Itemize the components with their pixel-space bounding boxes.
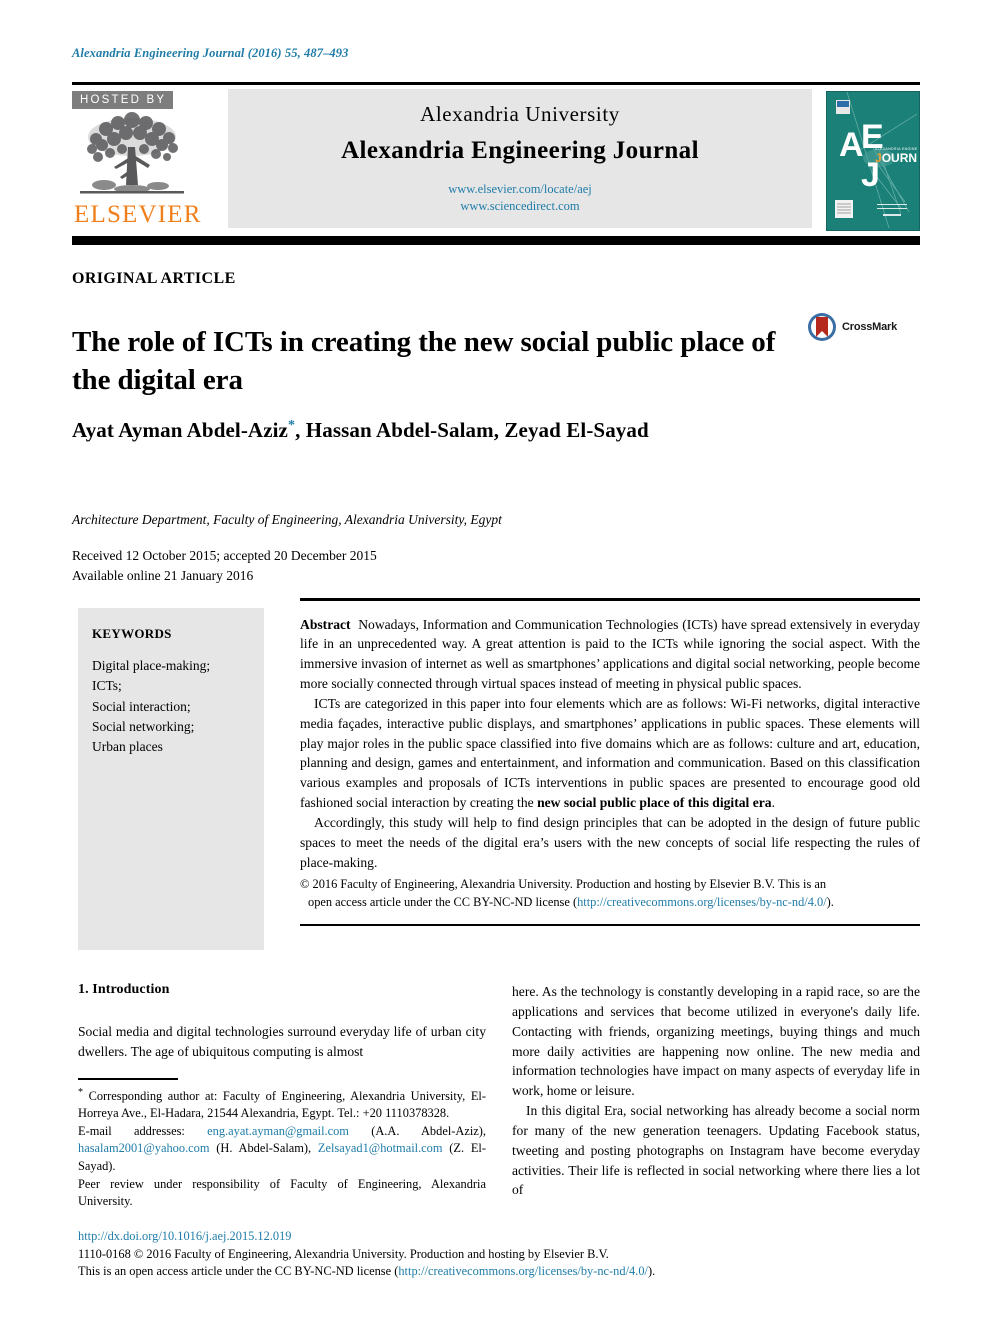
intro-paragraph-1: Social media and digital technologies su… xyxy=(78,1024,486,1059)
journal-title-panel: Alexandria University Alexandria Enginee… xyxy=(228,89,812,228)
journal-url-locate[interactable]: www.elsevier.com/locate/aej xyxy=(448,181,592,198)
elsevier-tree-icon xyxy=(74,111,192,203)
abstract-top-rule xyxy=(300,598,920,601)
svg-text:A: A xyxy=(839,126,864,164)
copyright-line-1: © 2016 Faculty of Engineering, Alexandri… xyxy=(300,877,827,892)
keyword-item: Social networking; xyxy=(92,718,195,734)
available-online-date: Available online 21 January 2016 xyxy=(72,567,254,583)
svg-text:JOURNAL: JOURNAL xyxy=(875,151,917,165)
email-owner-2: (H. Abdel-Salam), xyxy=(216,1141,312,1156)
abstract-text-2-after: . xyxy=(771,795,775,811)
author-first: Ayat Ayman Abdel-Aziz xyxy=(72,418,288,442)
article-page: Alexandria Engineering Journal (2016) 55… xyxy=(72,0,920,1323)
abstract-text-2-before: ICTs are categorized in this paper into … xyxy=(300,695,920,811)
abstract-copyright: © 2016 Faculty of Engineering, Alexandri… xyxy=(300,876,920,911)
copyright-line-2: open access article under the CC BY-NC-N… xyxy=(300,894,920,912)
keyword-item: Digital place-making; xyxy=(92,658,211,673)
elsevier-wordmark: ELSEVIER xyxy=(74,201,202,228)
author-list: Ayat Ayman Abdel-Aziz*, Hassan Abdel-Sal… xyxy=(72,418,872,443)
keyword-item: Urban places xyxy=(92,739,163,754)
keywords-box: KEYWORDS Digital place-making; ICTs; Soc… xyxy=(78,608,264,950)
masthead-top-rule xyxy=(72,82,920,85)
authors-remaining: , Hassan Abdel-Salam, Zeyad El-Sayad xyxy=(295,418,649,442)
abstract-paragraph-2: ICTs are categorized in this paper into … xyxy=(300,694,920,813)
footer-cc-license-link[interactable]: http://creativecommons.org/licenses/by-n… xyxy=(398,1264,648,1278)
intro-paragraph-2: here. As the technology is constantly de… xyxy=(512,984,920,1099)
abstract-highlight: new social public place of this digital … xyxy=(537,795,772,811)
page-footer: http://dx.doi.org/10.1016/j.aej.2015.12.… xyxy=(78,1228,920,1281)
cc-license-link[interactable]: http://creativecommons.org/licenses/by-n… xyxy=(577,895,827,909)
article-type-label: ORIGINAL ARTICLE xyxy=(72,270,236,287)
page-title: The role of ICTs in creating the new soc… xyxy=(72,326,776,396)
crossmark-label: CrossMark xyxy=(842,321,898,333)
keyword-item: Social interaction; xyxy=(92,698,191,714)
journal-masthead: HOSTED BY ELSEVIER Alexandria University… xyxy=(72,82,920,245)
footer-license-after: ). xyxy=(647,1264,656,1279)
body-column-right: here. As the technology is constantly de… xyxy=(512,982,920,1200)
footnote-rule xyxy=(78,1078,178,1080)
footnote-block: * Corresponding author at: Faculty of En… xyxy=(78,1078,486,1211)
journal-name: Alexandria Engineering Journal xyxy=(341,137,699,165)
email-owner-1: (A.A. Abdel-Aziz), xyxy=(371,1123,486,1138)
email-link-1[interactable]: eng.ayat.ayman@gmail.com xyxy=(207,1124,349,1138)
corresponding-author-text: Corresponding author at: Faculty of Engi… xyxy=(78,1088,486,1121)
crossmark-badge[interactable]: CrossMark xyxy=(807,312,897,342)
elsevier-logo-block: HOSTED BY ELSEVIER xyxy=(72,89,220,234)
email-link-3[interactable]: Zelsayad1@hotmail.com xyxy=(318,1141,443,1155)
email-link-2[interactable]: hasalam2001@yahoo.com xyxy=(78,1141,210,1155)
issn-copyright-line: 1110-0168 © 2016 Faculty of Engineering,… xyxy=(78,1246,609,1261)
license-text-before: open access article under the CC BY-NC-N… xyxy=(308,895,578,910)
footer-license-before: This is an open access article under the… xyxy=(78,1264,399,1279)
abstract-text-1: Nowadays, Information and Communication … xyxy=(300,616,921,692)
abstract-paragraph-3: Accordingly, this study will help to fin… xyxy=(300,814,920,870)
email-label: E-mail addresses: xyxy=(78,1123,185,1138)
peer-review-note: Peer review under responsibility of Facu… xyxy=(78,1176,486,1209)
abstract-label: Abstract xyxy=(300,616,351,632)
intro-paragraph-3: In this digital Era, social networking h… xyxy=(512,1103,920,1198)
journal-urls: www.elsevier.com/locate/aej www.scienced… xyxy=(448,181,592,215)
section-heading-introduction: 1. Introduction xyxy=(78,982,170,997)
journal-university: Alexandria University xyxy=(420,102,620,127)
footer-license-line: This is an open access article under the… xyxy=(78,1263,920,1281)
license-text-after: ). xyxy=(826,895,834,910)
author-affiliation: Architecture Department, Faculty of Engi… xyxy=(72,512,502,527)
article-dates: Received 12 October 2015; accepted 20 De… xyxy=(72,532,572,585)
journal-cover-block: A E J ALEXANDRIA ENGINEERING JOURNAL xyxy=(820,89,920,234)
running-head: Alexandria Engineering Journal (2016) 55… xyxy=(72,46,349,60)
doi-link[interactable]: http://dx.doi.org/10.1016/j.aej.2015.12.… xyxy=(78,1228,920,1246)
keywords-list: Digital place-making; ICTs; Social inter… xyxy=(92,656,250,757)
abstract-paragraph-1: Abstract Nowadays, Information and Commu… xyxy=(300,615,920,694)
body-column-left: 1. Introduction Social media and digital… xyxy=(78,982,486,1062)
corresponding-author-note: * Corresponding author at: Faculty of En… xyxy=(78,1086,486,1123)
keywords-title: KEYWORDS xyxy=(92,626,172,641)
crossmark-icon xyxy=(808,313,836,341)
hosted-by-badge: HOSTED BY xyxy=(72,91,174,109)
abstract-section: Abstract Nowadays, Information and Commu… xyxy=(300,598,920,927)
received-date: Received 12 October 2015; accepted 20 De… xyxy=(72,548,377,563)
journal-url-sciencedirect[interactable]: www.sciencedirect.com xyxy=(448,198,592,215)
journal-cover-image: A E J ALEXANDRIA ENGINEERING JOURNAL xyxy=(826,91,920,231)
keyword-item: ICTs; xyxy=(92,678,122,694)
abstract-bottom-rule xyxy=(300,923,920,927)
email-addresses-note: E-mail addresses: eng.ayat.ayman@gmail.c… xyxy=(78,1123,486,1176)
masthead-bottom-rule xyxy=(72,236,920,245)
footnote-star-marker: * xyxy=(78,1086,83,1098)
